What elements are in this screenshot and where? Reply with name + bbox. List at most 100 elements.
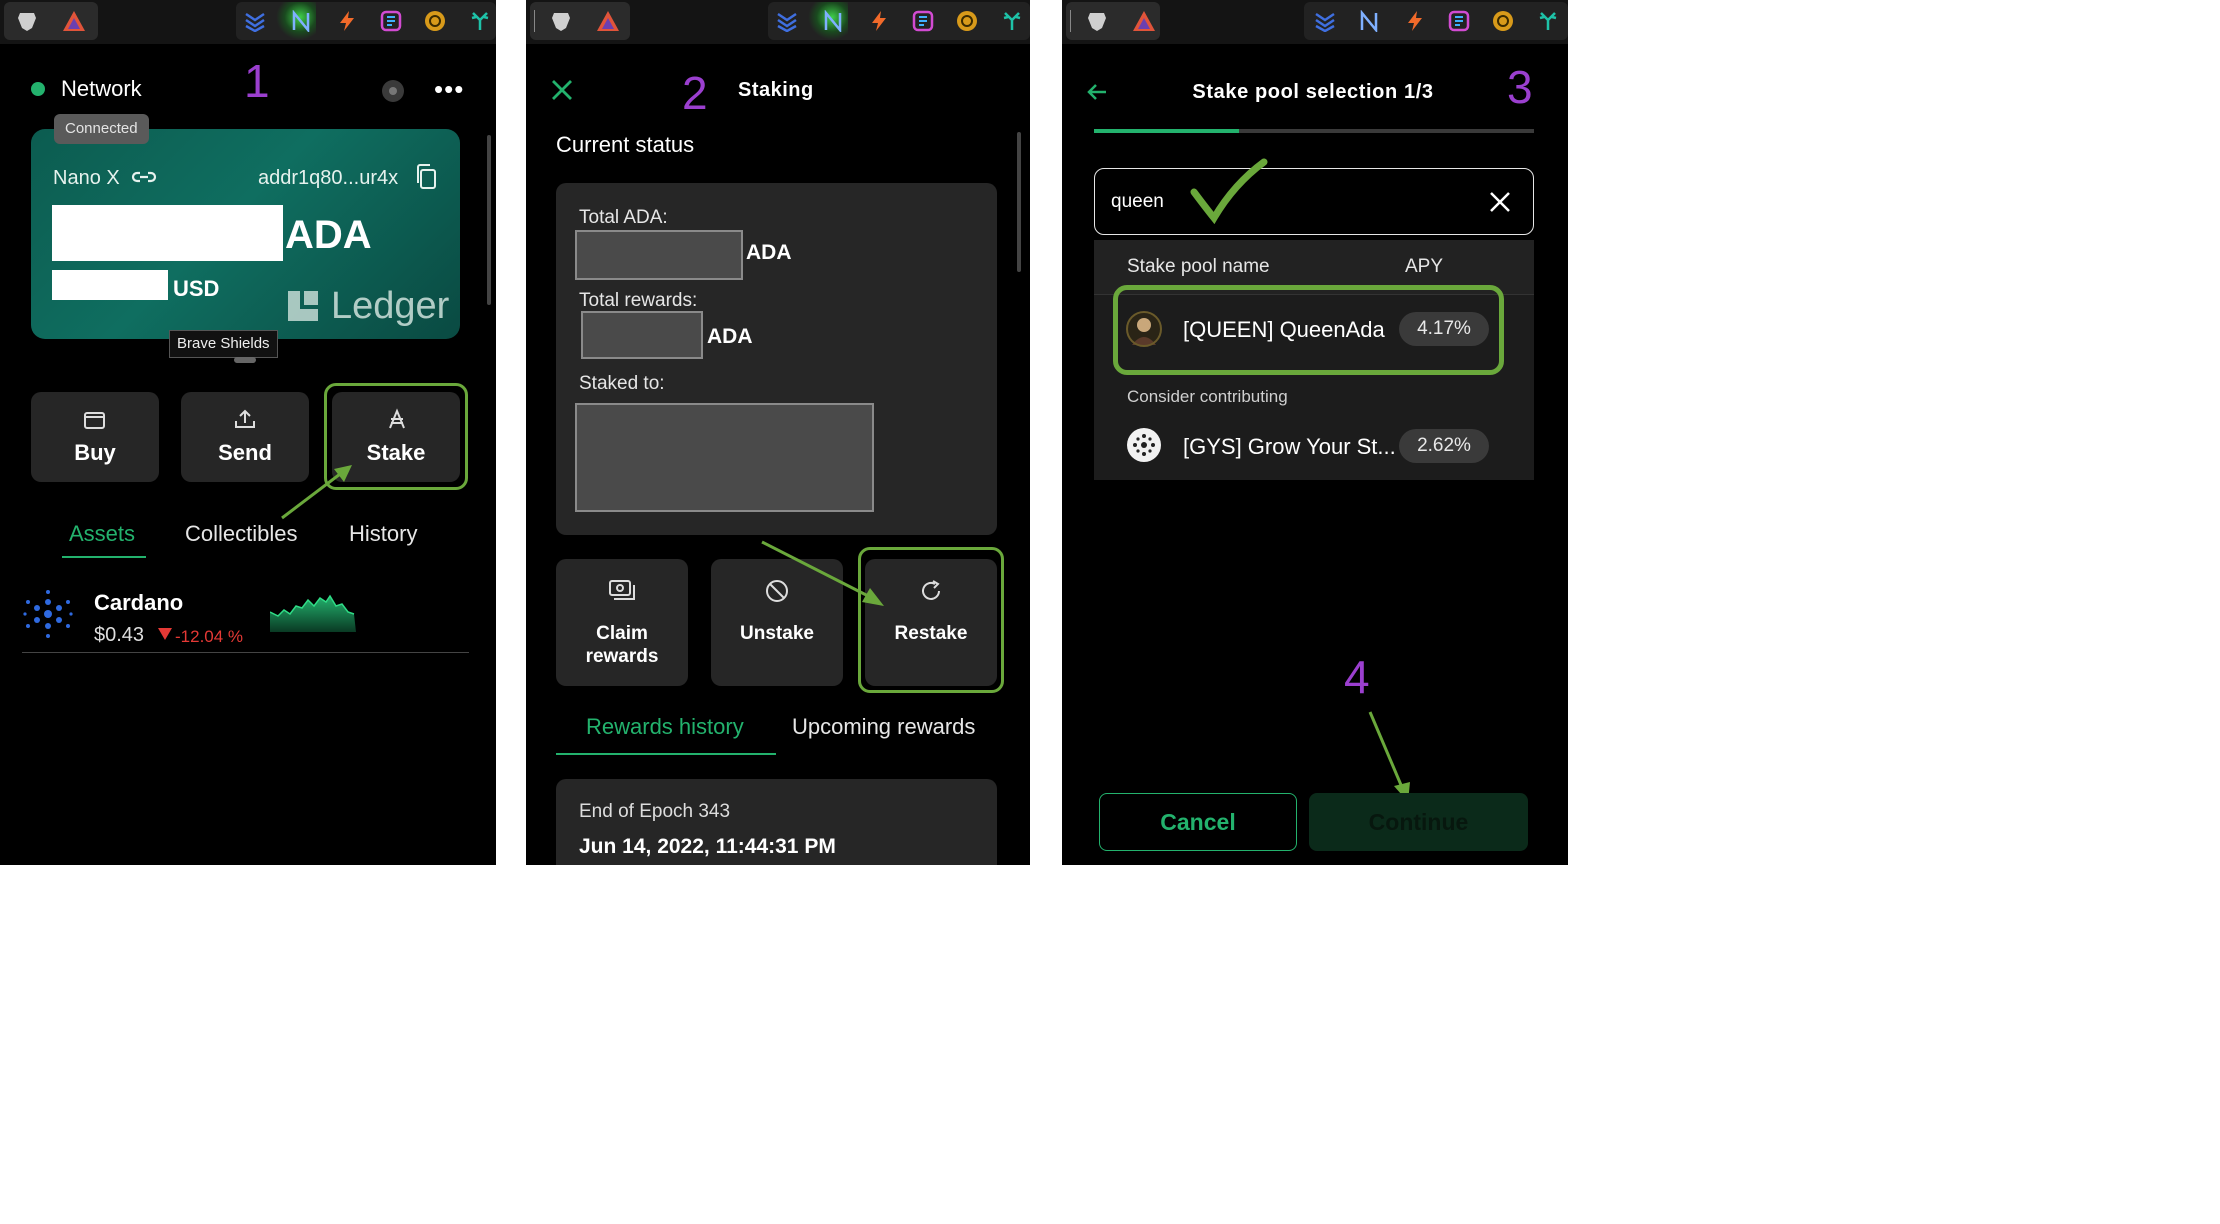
- search-input[interactable]: queen: [1094, 168, 1534, 235]
- total-ada-unit: ADA: [746, 241, 792, 264]
- buy-button[interactable]: Buy: [31, 392, 159, 482]
- staking-panel: 2 Staking Current status Total ADA: ADA …: [526, 0, 1030, 865]
- pool-name: [GYS] Grow Your St...: [1183, 434, 1396, 459]
- tab-rewards-history[interactable]: Rewards history: [586, 714, 744, 740]
- column-pool-name: Stake pool name: [1127, 256, 1270, 277]
- network-status-dot: [31, 82, 45, 96]
- buy-label: Buy: [74, 440, 116, 465]
- arrow-to-continue-icon: [1368, 711, 1410, 802]
- brave-lion-icon[interactable]: [1086, 10, 1108, 32]
- extension-n-icon[interactable]: [822, 10, 844, 32]
- account-card: Nano X addr1q80...ur4x ADA USD Ledger: [31, 129, 460, 339]
- extension-coin-icon[interactable]: [1492, 10, 1514, 32]
- extension-icons: [236, 2, 496, 40]
- extension-layers-icon[interactable]: [1314, 10, 1336, 32]
- extension-bolt-icon[interactable]: [1404, 10, 1426, 32]
- clear-search-icon[interactable]: [1489, 191, 1511, 213]
- search-value: queen: [1111, 191, 1164, 212]
- extension-n-icon[interactable]: [1358, 10, 1380, 32]
- asset-change: -12.04 %: [175, 627, 244, 646]
- tab-assets-underline: [62, 556, 146, 558]
- extension-square-icon[interactable]: [1448, 10, 1470, 32]
- pool-selection-panel: Stake pool selection 1/3 3 queen Stake p…: [1062, 0, 1568, 865]
- extension-coin-icon[interactable]: [424, 10, 446, 32]
- unstake-label: Unstake: [740, 623, 814, 644]
- tooltip-brave-shields: Brave Shields: [169, 330, 278, 358]
- total-rewards-label: Total rewards:: [579, 290, 698, 311]
- tab-upcoming-rewards[interactable]: Upcoming rewards: [792, 714, 975, 740]
- scrollbar[interactable]: [1017, 132, 1021, 272]
- upload-icon: [235, 409, 255, 428]
- epoch-card: End of Epoch 343 Jun 14, 2022, 11:44:31 …: [556, 779, 997, 865]
- status-card: Total ADA: ADA Total rewards: ADA Staked…: [556, 183, 997, 535]
- copy-icon[interactable]: [415, 163, 439, 191]
- column-apy: APY: [1405, 256, 1444, 277]
- asset-divider: [22, 652, 469, 653]
- wallet-address: addr1q80...ur4x: [258, 167, 399, 189]
- brand-wordmark: Ledger: [331, 285, 450, 327]
- scrollbar[interactable]: [487, 135, 491, 305]
- cardano-logo-icon: [23, 590, 73, 638]
- browser-toolbar: [526, 0, 1030, 44]
- cancel-button[interactable]: Cancel: [1099, 793, 1297, 851]
- extension-antler-icon[interactable]: [1536, 10, 1560, 32]
- extension-layers-icon[interactable]: [244, 10, 266, 32]
- extension-square-icon[interactable]: [380, 10, 402, 32]
- fiat-redaction: [52, 270, 168, 300]
- consider-contributing-label: Consider contributing: [1127, 387, 1288, 406]
- wallet-panel: 1 Network ••• Nano X addr1q80...ur4x ADA…: [0, 0, 496, 865]
- extension-antler-icon[interactable]: [1000, 10, 1024, 32]
- record-icon[interactable]: [382, 80, 404, 102]
- gys-pool-avatar: [1127, 428, 1161, 462]
- balance-currency: ADA: [285, 213, 372, 257]
- extension-n-icon[interactable]: [290, 10, 312, 32]
- staked-to-label: Staked to:: [579, 373, 665, 394]
- asset-name[interactable]: Cardano: [94, 590, 183, 616]
- sparkline-chart: [270, 594, 356, 632]
- connected-badge: Connected: [54, 114, 149, 144]
- step-number-4: 4: [1344, 651, 1370, 703]
- down-triangle-icon: [158, 628, 172, 640]
- tab-history[interactable]: History: [349, 521, 417, 547]
- extension-bolt-icon[interactable]: [336, 10, 358, 32]
- link-icon[interactable]: [131, 167, 157, 187]
- drag-handle[interactable]: [234, 357, 256, 363]
- brave-lion-icon[interactable]: [550, 10, 572, 32]
- queen-pool-highlight-box: [1113, 285, 1504, 375]
- extension-layers-icon[interactable]: [776, 10, 798, 32]
- epoch-label: End of Epoch 343: [579, 801, 731, 822]
- continue-button[interactable]: Continue: [1309, 793, 1528, 851]
- browser-left-icons: [1066, 2, 1160, 40]
- extension-icons: [768, 2, 1030, 40]
- browser-left-icons: [530, 2, 630, 40]
- tab-rewards-underline: [556, 753, 776, 755]
- claim-label-2: rewards: [585, 646, 659, 667]
- network-label[interactable]: Network: [61, 76, 142, 102]
- brave-lion-icon[interactable]: [16, 10, 38, 32]
- more-options-icon[interactable]: •••: [434, 74, 464, 105]
- checkmark-annotation-icon: [1190, 158, 1268, 224]
- brave-rewards-icon[interactable]: [62, 10, 86, 32]
- staked-to-redaction: [575, 403, 874, 512]
- claim-rewards-button[interactable]: Claim rewards: [556, 559, 688, 686]
- tab-assets[interactable]: Assets: [69, 521, 135, 547]
- balance-redaction: [52, 205, 283, 261]
- extension-square-icon[interactable]: [912, 10, 934, 32]
- extension-icons: [1304, 2, 1568, 40]
- brave-rewards-icon[interactable]: [1132, 10, 1156, 32]
- extension-antler-icon[interactable]: [468, 10, 492, 32]
- close-icon[interactable]: [550, 78, 574, 102]
- total-ada-redaction: [575, 230, 743, 280]
- step-number-2: 2: [682, 67, 708, 119]
- browser-toolbar: [1062, 0, 1568, 44]
- claim-label-1: Claim: [596, 623, 648, 644]
- pool-apy-badge: 2.62%: [1399, 429, 1489, 463]
- section-title: Current status: [556, 132, 695, 157]
- table-row[interactable]: [GYS] Grow Your St... 2.62%: [1094, 410, 1534, 480]
- total-ada-label: Total ADA:: [579, 207, 668, 228]
- extension-coin-icon[interactable]: [956, 10, 978, 32]
- page-title: Staking: [738, 79, 814, 101]
- extension-bolt-icon[interactable]: [868, 10, 890, 32]
- tab-collectibles[interactable]: Collectibles: [185, 521, 298, 547]
- brave-rewards-icon[interactable]: [596, 10, 620, 32]
